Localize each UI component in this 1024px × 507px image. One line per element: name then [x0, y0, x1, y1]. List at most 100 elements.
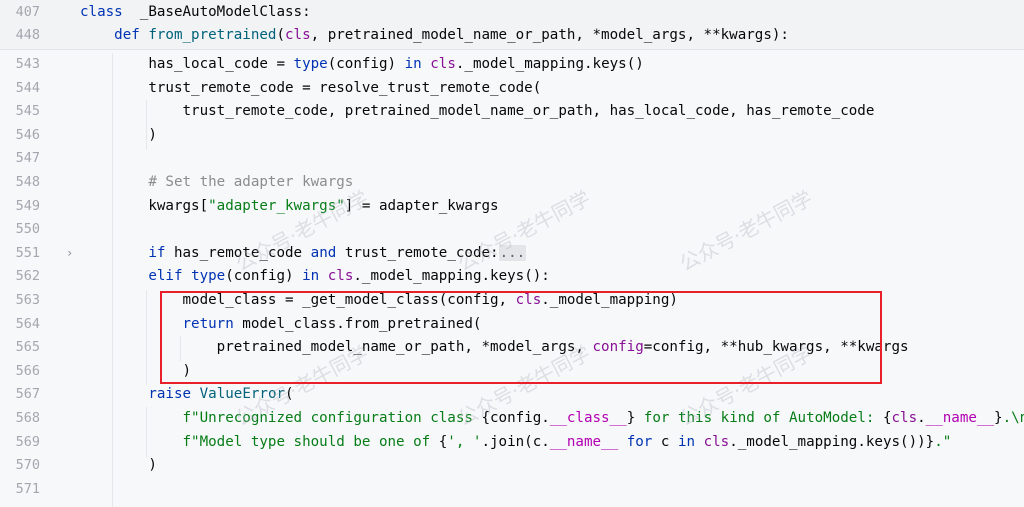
code-token: has_remote_code — [165, 244, 311, 261]
code-text: if has_remote_code and trust_remote_code… — [80, 242, 527, 266]
code-token: } — [626, 410, 636, 426]
code-text: model_class = _get_model_class(config, c… — [80, 289, 678, 313]
code-token: cls — [703, 433, 730, 450]
code-text: f"Model type should be one of {', '.join… — [80, 431, 952, 455]
code-token: .\n" — [1002, 410, 1024, 426]
code-editor[interactable]: 407 class _BaseAutoModelClass: 448 def fro… — [0, 0, 1024, 507]
code-line[interactable]: 543 has_local_code = type(config) in cls… — [0, 53, 1024, 77]
chevron-right-icon[interactable]: › — [66, 242, 73, 266]
code-text: return model_class.from_pretrained( — [80, 313, 482, 337]
line-number: 549 — [15, 197, 40, 214]
line-number: 448 — [15, 27, 40, 44]
code-line[interactable]: 546 ) — [0, 124, 1024, 148]
code-token: { — [438, 433, 448, 450]
code-line[interactable]: 549 kwargs["adapter_kwargs"] = adapter_k… — [0, 195, 1024, 219]
code-line[interactable]: 570 ) — [0, 454, 1024, 478]
code-token: { — [882, 410, 892, 426]
code-text: pretrained_model_name_or_path, *model_ar… — [80, 336, 909, 360]
code-token: __name__ — [549, 433, 619, 450]
code-token: c — [652, 433, 678, 450]
code-line[interactable]: 544 trust_remote_code = resolve_trust_re… — [0, 77, 1024, 101]
code-token: .join(c. — [481, 433, 550, 450]
line-number: 567 — [15, 386, 40, 403]
sticky-scope-header[interactable]: 407 class _BaseAutoModelClass: 448 def fro… — [0, 0, 1024, 50]
code-token: __class__ — [549, 410, 627, 426]
code-line[interactable]: 566 ) — [0, 360, 1024, 384]
code-token: def — [114, 27, 140, 44]
code-token: for — [626, 433, 653, 450]
code-token: cls — [285, 27, 311, 44]
code-line[interactable]: 565 pretrained_model_name_or_path, *mode… — [0, 336, 1024, 360]
code-line[interactable]: 407 class _BaseAutoModelClass: — [0, 1, 1024, 25]
code-line[interactable]: 448 def from_pretrained(cls, pretrained_… — [0, 24, 1024, 48]
code-line[interactable]: 571 — [0, 478, 1024, 502]
line-number: 551 — [15, 244, 40, 261]
code-token: ._model_mapping) — [541, 292, 678, 308]
code-token: and — [310, 244, 337, 261]
code-token: {config. — [481, 410, 550, 426]
code-line[interactable]: 562 elif type(config) in cls._model_mapp… — [0, 265, 1024, 289]
code-token: cls — [327, 268, 354, 285]
code-line[interactable]: 563 model_class = _get_model_class(confi… — [0, 289, 1024, 313]
line-number: 568 — [15, 410, 40, 426]
code-token: ] = adapter_kwargs — [344, 197, 499, 214]
code-token: type — [293, 56, 328, 72]
code-token: (config) — [327, 56, 405, 72]
code-text: def from_pretrained(cls, pretrained_mode… — [80, 24, 789, 48]
line-number: 544 — [15, 79, 40, 96]
code-token: for this kind of AutoModel: — [635, 410, 883, 426]
code-token: _BaseAutoModelClass: — [122, 3, 311, 20]
code-token: "adapter_kwargs" — [208, 197, 345, 214]
code-line[interactable]: 569 f"Model type should be one of {', '.… — [0, 431, 1024, 455]
code-token: class — [80, 3, 123, 20]
code-text: trust_remote_code = resolve_trust_remote… — [80, 77, 541, 101]
code-line[interactable]: 550 — [0, 218, 1024, 242]
line-number: 550 — [15, 221, 40, 238]
code-text: trust_remote_code, pretrained_model_name… — [80, 100, 874, 124]
code-token: # Set the adapter kwargs — [80, 174, 354, 190]
code-line[interactable]: 568 f"Unrecognized configuration class {… — [0, 407, 1024, 431]
code-line[interactable]: 564 return model_class.from_pretrained( — [0, 313, 1024, 337]
folded-region-marker[interactable]: ... — [498, 244, 527, 261]
code-token: in — [302, 268, 320, 285]
indent-guide — [180, 336, 181, 361]
line-number: 546 — [15, 126, 40, 143]
code-token: type — [191, 268, 226, 285]
code-token: from_pretrained — [148, 27, 277, 44]
line-number: 566 — [15, 362, 40, 379]
code-text: ) — [80, 454, 157, 478]
code-line[interactable]: 567 raise ValueError( — [0, 383, 1024, 407]
line-number: 563 — [15, 292, 40, 308]
code-text: ) — [80, 360, 191, 384]
line-number: 407 — [15, 3, 40, 20]
code-token: cls — [515, 292, 542, 308]
code-token: ', ' — [447, 433, 482, 450]
code-token: pretrained_model_name_or_path, *model_ar… — [80, 339, 593, 356]
code-line[interactable]: 547 — [0, 147, 1024, 171]
code-line[interactable]: 548 # Set the adapter kwargs — [0, 171, 1024, 195]
code-token: ( — [285, 386, 294, 403]
code-token: f"Unrecognized configuration class — [182, 410, 482, 426]
code-token: if — [148, 244, 166, 261]
code-token: trust_remote_code = resolve_trust_remote… — [80, 79, 542, 96]
code-text: kwargs["adapter_kwargs"] = adapter_kwarg… — [80, 195, 499, 219]
code-line[interactable]: 551 › if has_remote_code and trust_remote… — [0, 242, 1024, 266]
code-line[interactable]: 545 trust_remote_code, pretrained_model_… — [0, 100, 1024, 124]
code-text: has_local_code = type(config) in cls._mo… — [80, 53, 643, 77]
code-text: class _BaseAutoModelClass: — [80, 1, 311, 25]
line-number: 571 — [15, 480, 40, 497]
code-token: raise — [148, 386, 192, 403]
line-number: 548 — [15, 174, 40, 190]
code-token: __name__ — [925, 410, 995, 426]
code-token: cls — [891, 410, 918, 426]
code-token: ._model_mapping.keys(): — [353, 268, 550, 285]
indent-guide — [112, 53, 113, 507]
